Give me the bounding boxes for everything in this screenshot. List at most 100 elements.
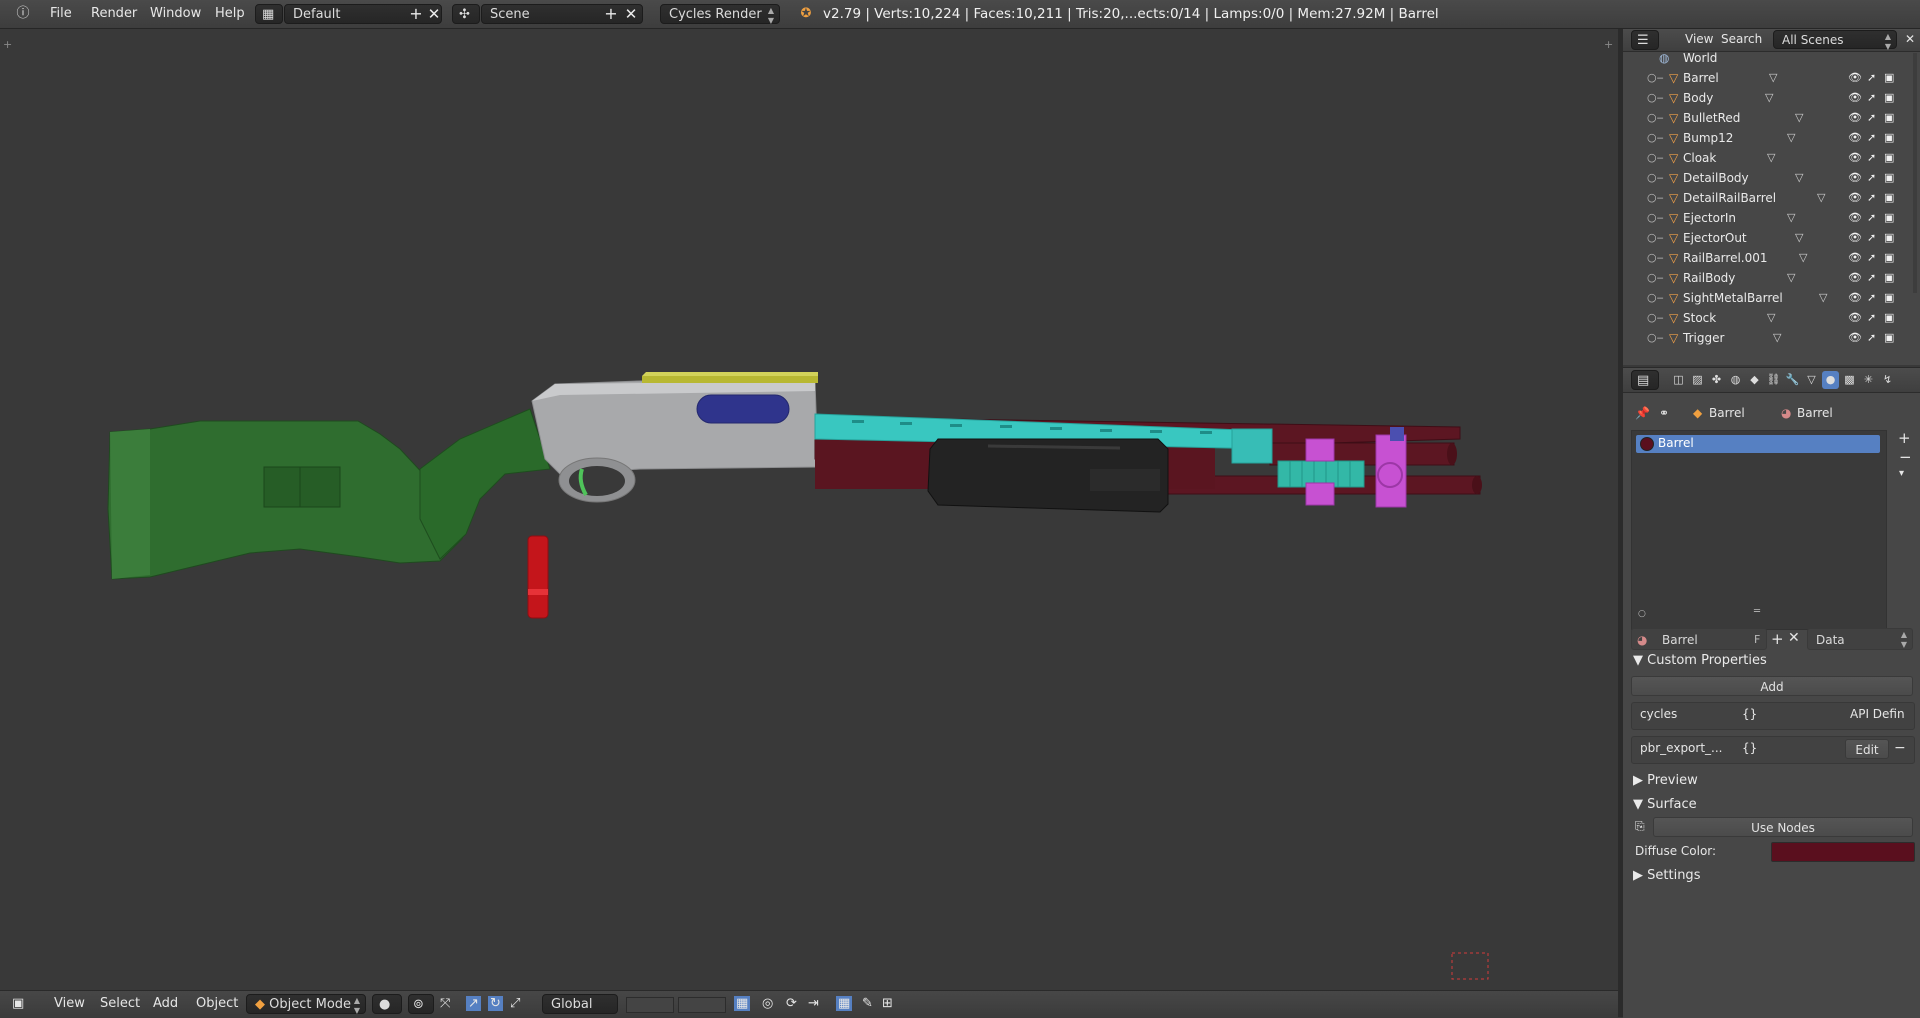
visibility-eye-icon[interactable]: 👁 <box>1848 248 1862 268</box>
visibility-eye-icon[interactable]: 👁 <box>1848 108 1862 128</box>
menu-help[interactable]: Help <box>215 0 245 28</box>
material-browse-icon[interactable]: ◕ <box>1637 629 1647 651</box>
render-camera-icon[interactable]: ▣ <box>1884 288 1894 308</box>
outliner-collapse-icon[interactable]: ✕ <box>1905 32 1915 46</box>
new-material-icon[interactable]: + <box>1771 630 1784 648</box>
scale-icon[interactable]: ⤢ <box>510 996 520 1011</box>
render-camera-icon[interactable]: ▣ <box>1884 148 1894 168</box>
physics-tab-icon[interactable]: ↯ <box>1879 371 1896 389</box>
unlink-material-icon[interactable]: ✕ <box>1788 630 1800 646</box>
material-tab-icon[interactable]: ● <box>1822 371 1839 389</box>
list-filter-icon[interactable]: ○ <box>1638 609 1646 619</box>
render-camera-icon[interactable]: ▣ <box>1884 88 1894 108</box>
proportional-edit-icon[interactable]: ◎ <box>762 996 773 1011</box>
add-property-button[interactable]: Add <box>1631 676 1913 696</box>
edit-property-button[interactable]: Edit <box>1845 739 1889 759</box>
scene-icon-button[interactable]: ✣ <box>452 4 480 24</box>
use-nodes-button[interactable]: Use Nodes <box>1653 817 1913 837</box>
mesh-data-icon[interactable]: ▽ <box>1787 208 1795 228</box>
mesh-data-icon[interactable]: ▽ <box>1765 88 1773 108</box>
add-slot-icon[interactable]: + <box>1898 429 1911 447</box>
render-camera-icon[interactable]: ▣ <box>1884 68 1894 88</box>
outliner-row-ejectorout[interactable]: ○‒ ▽ EjectorOut ▽ 👁 ➚ ▣ <box>1623 228 1920 248</box>
visibility-eye-icon[interactable]: 👁 <box>1848 68 1862 88</box>
selectable-cursor-icon[interactable]: ➚ <box>1867 128 1876 148</box>
particles-tab-icon[interactable]: ✳ <box>1860 371 1877 389</box>
render-engine-dropdown[interactable]: Cycles Render ▲ ▼ <box>660 4 780 25</box>
visibility-eye-icon[interactable]: 👁 <box>1848 88 1862 108</box>
selectable-cursor-icon[interactable]: ➚ <box>1867 308 1876 328</box>
render-camera-icon[interactable]: ▣ <box>1884 268 1894 288</box>
outliner-scrollbar[interactable] <box>1913 53 1917 293</box>
selectable-cursor-icon[interactable]: ➚ <box>1867 288 1876 308</box>
snap-icon[interactable]: ⟳ <box>786 996 797 1011</box>
render-anim-icon[interactable]: ⊞ <box>882 996 893 1011</box>
menu-file[interactable]: File <box>50 0 72 28</box>
display-mode-dropdown[interactable]: All Scenes ▲ ▼ <box>1773 30 1897 51</box>
editor-type-properties-icon[interactable]: ▤ <box>1631 370 1659 390</box>
mesh-data-icon[interactable]: ▽ <box>1795 228 1803 248</box>
menu-object[interactable]: Object <box>196 996 238 1011</box>
texture-tab-icon[interactable]: ▩ <box>1841 371 1858 389</box>
visibility-eye-icon[interactable]: 👁 <box>1848 228 1862 248</box>
selectable-cursor-icon[interactable]: ➚ <box>1867 88 1876 108</box>
menu-window[interactable]: Window <box>150 0 201 28</box>
screen-layout-icon-button[interactable]: ▦ <box>255 4 283 24</box>
outliner-row-bulletred[interactable]: ○‒ ▽ BulletRed ▽ 👁 ➚ ▣ <box>1623 108 1920 128</box>
list-resize-handle-icon[interactable]: ═ <box>1754 606 1760 617</box>
mesh-data-icon[interactable]: ▽ <box>1767 308 1775 328</box>
object-tab-icon[interactable]: ◆ <box>1746 371 1763 389</box>
data-tab-icon[interactable]: ▽ <box>1803 371 1820 389</box>
render-image-icon[interactable]: ✎ <box>862 996 873 1011</box>
material-datablock-field[interactable]: ◕ Barrel F <box>1631 628 1767 650</box>
rotate-icon[interactable]: ↻ <box>488 996 503 1011</box>
slot-specials-icon[interactable]: ▾ <box>1899 468 1904 479</box>
outliner-row-barrel[interactable]: ○‒ ▽ Barrel ▽ 👁 ➚ ▣ <box>1623 68 1920 88</box>
outliner-row-sightmetalbarrel[interactable]: ○‒ ▽ SightMetalBarrel ▽ 👁 ➚ ▣ <box>1623 288 1920 308</box>
render-view-icon[interactable]: ▦ <box>836 996 853 1011</box>
menu-select[interactable]: Select <box>100 996 140 1011</box>
mesh-data-icon[interactable]: ▽ <box>1769 68 1777 88</box>
selectable-cursor-icon[interactable]: ➚ <box>1867 68 1876 88</box>
visibility-eye-icon[interactable]: 👁 <box>1848 168 1862 188</box>
render-camera-icon[interactable]: ▣ <box>1884 208 1894 228</box>
visibility-eye-icon[interactable]: 👁 <box>1848 188 1862 208</box>
render-camera-icon[interactable]: ▣ <box>1884 128 1894 148</box>
selectable-cursor-icon[interactable]: ➚ <box>1867 208 1876 228</box>
menu-add[interactable]: Add <box>153 996 178 1011</box>
shotgun-model[interactable] <box>0 29 1618 987</box>
add-screen-icon[interactable]: + <box>408 0 424 28</box>
editor-type-info-icon[interactable]: ⓘ <box>10 0 36 28</box>
add-scene-icon[interactable]: + <box>603 0 619 28</box>
outliner-row-bump12[interactable]: ○‒ ▽ Bump12 ▽ 👁 ➚ ▣ <box>1623 128 1920 148</box>
settings-panel-header[interactable]: ▶ Settings <box>1633 868 1700 883</box>
outliner-row-railbarrel-001[interactable]: ○‒ ▽ RailBarrel.001 ▽ 👁 ➚ ▣ <box>1623 248 1920 268</box>
mesh-data-icon[interactable]: ▽ <box>1773 328 1781 348</box>
outliner-row-cloak[interactable]: ○‒ ▽ Cloak ▽ 👁 ➚ ▣ <box>1623 148 1920 168</box>
outliner-row-railbody[interactable]: ○‒ ▽ RailBody ▽ 👁 ➚ ▣ <box>1623 268 1920 288</box>
mesh-data-icon[interactable]: ▽ <box>1767 148 1775 168</box>
link-dropdown[interactable]: Data ▲ ▼ <box>1807 628 1913 650</box>
visibility-eye-icon[interactable]: 👁 <box>1848 328 1862 348</box>
render-camera-icon[interactable]: ▣ <box>1884 328 1894 348</box>
render-camera-icon[interactable]: ▣ <box>1884 248 1894 268</box>
menu-view[interactable]: View <box>54 996 85 1011</box>
outliner-row-detailbody[interactable]: ○‒ ▽ DetailBody ▽ 👁 ➚ ▣ <box>1623 168 1920 188</box>
render-tab-icon[interactable]: ◫ <box>1670 371 1687 389</box>
layers-grid-b[interactable] <box>678 997 726 1013</box>
outliner-menu-search[interactable]: Search <box>1721 32 1762 46</box>
fake-user-toggle[interactable]: F <box>1754 629 1760 651</box>
render-camera-icon[interactable]: ▣ <box>1884 188 1894 208</box>
visibility-eye-icon[interactable]: 👁 <box>1848 128 1862 148</box>
delete-screen-icon[interactable]: ✕ <box>426 0 442 28</box>
mesh-data-icon[interactable]: ▽ <box>1787 268 1795 288</box>
preview-panel-header[interactable]: ▶ Preview <box>1633 773 1698 788</box>
selectable-cursor-icon[interactable]: ➚ <box>1867 188 1876 208</box>
delete-scene-icon[interactable]: ✕ <box>623 0 639 28</box>
selectable-cursor-icon[interactable]: ➚ <box>1867 268 1876 288</box>
selectable-cursor-icon[interactable]: ➚ <box>1867 228 1876 248</box>
mesh-data-icon[interactable]: ▽ <box>1795 168 1803 188</box>
render-camera-icon[interactable]: ▣ <box>1884 228 1894 248</box>
editor-type-3d-icon[interactable]: ▣ <box>12 996 24 1011</box>
selectable-cursor-icon[interactable]: ➚ <box>1867 108 1876 128</box>
